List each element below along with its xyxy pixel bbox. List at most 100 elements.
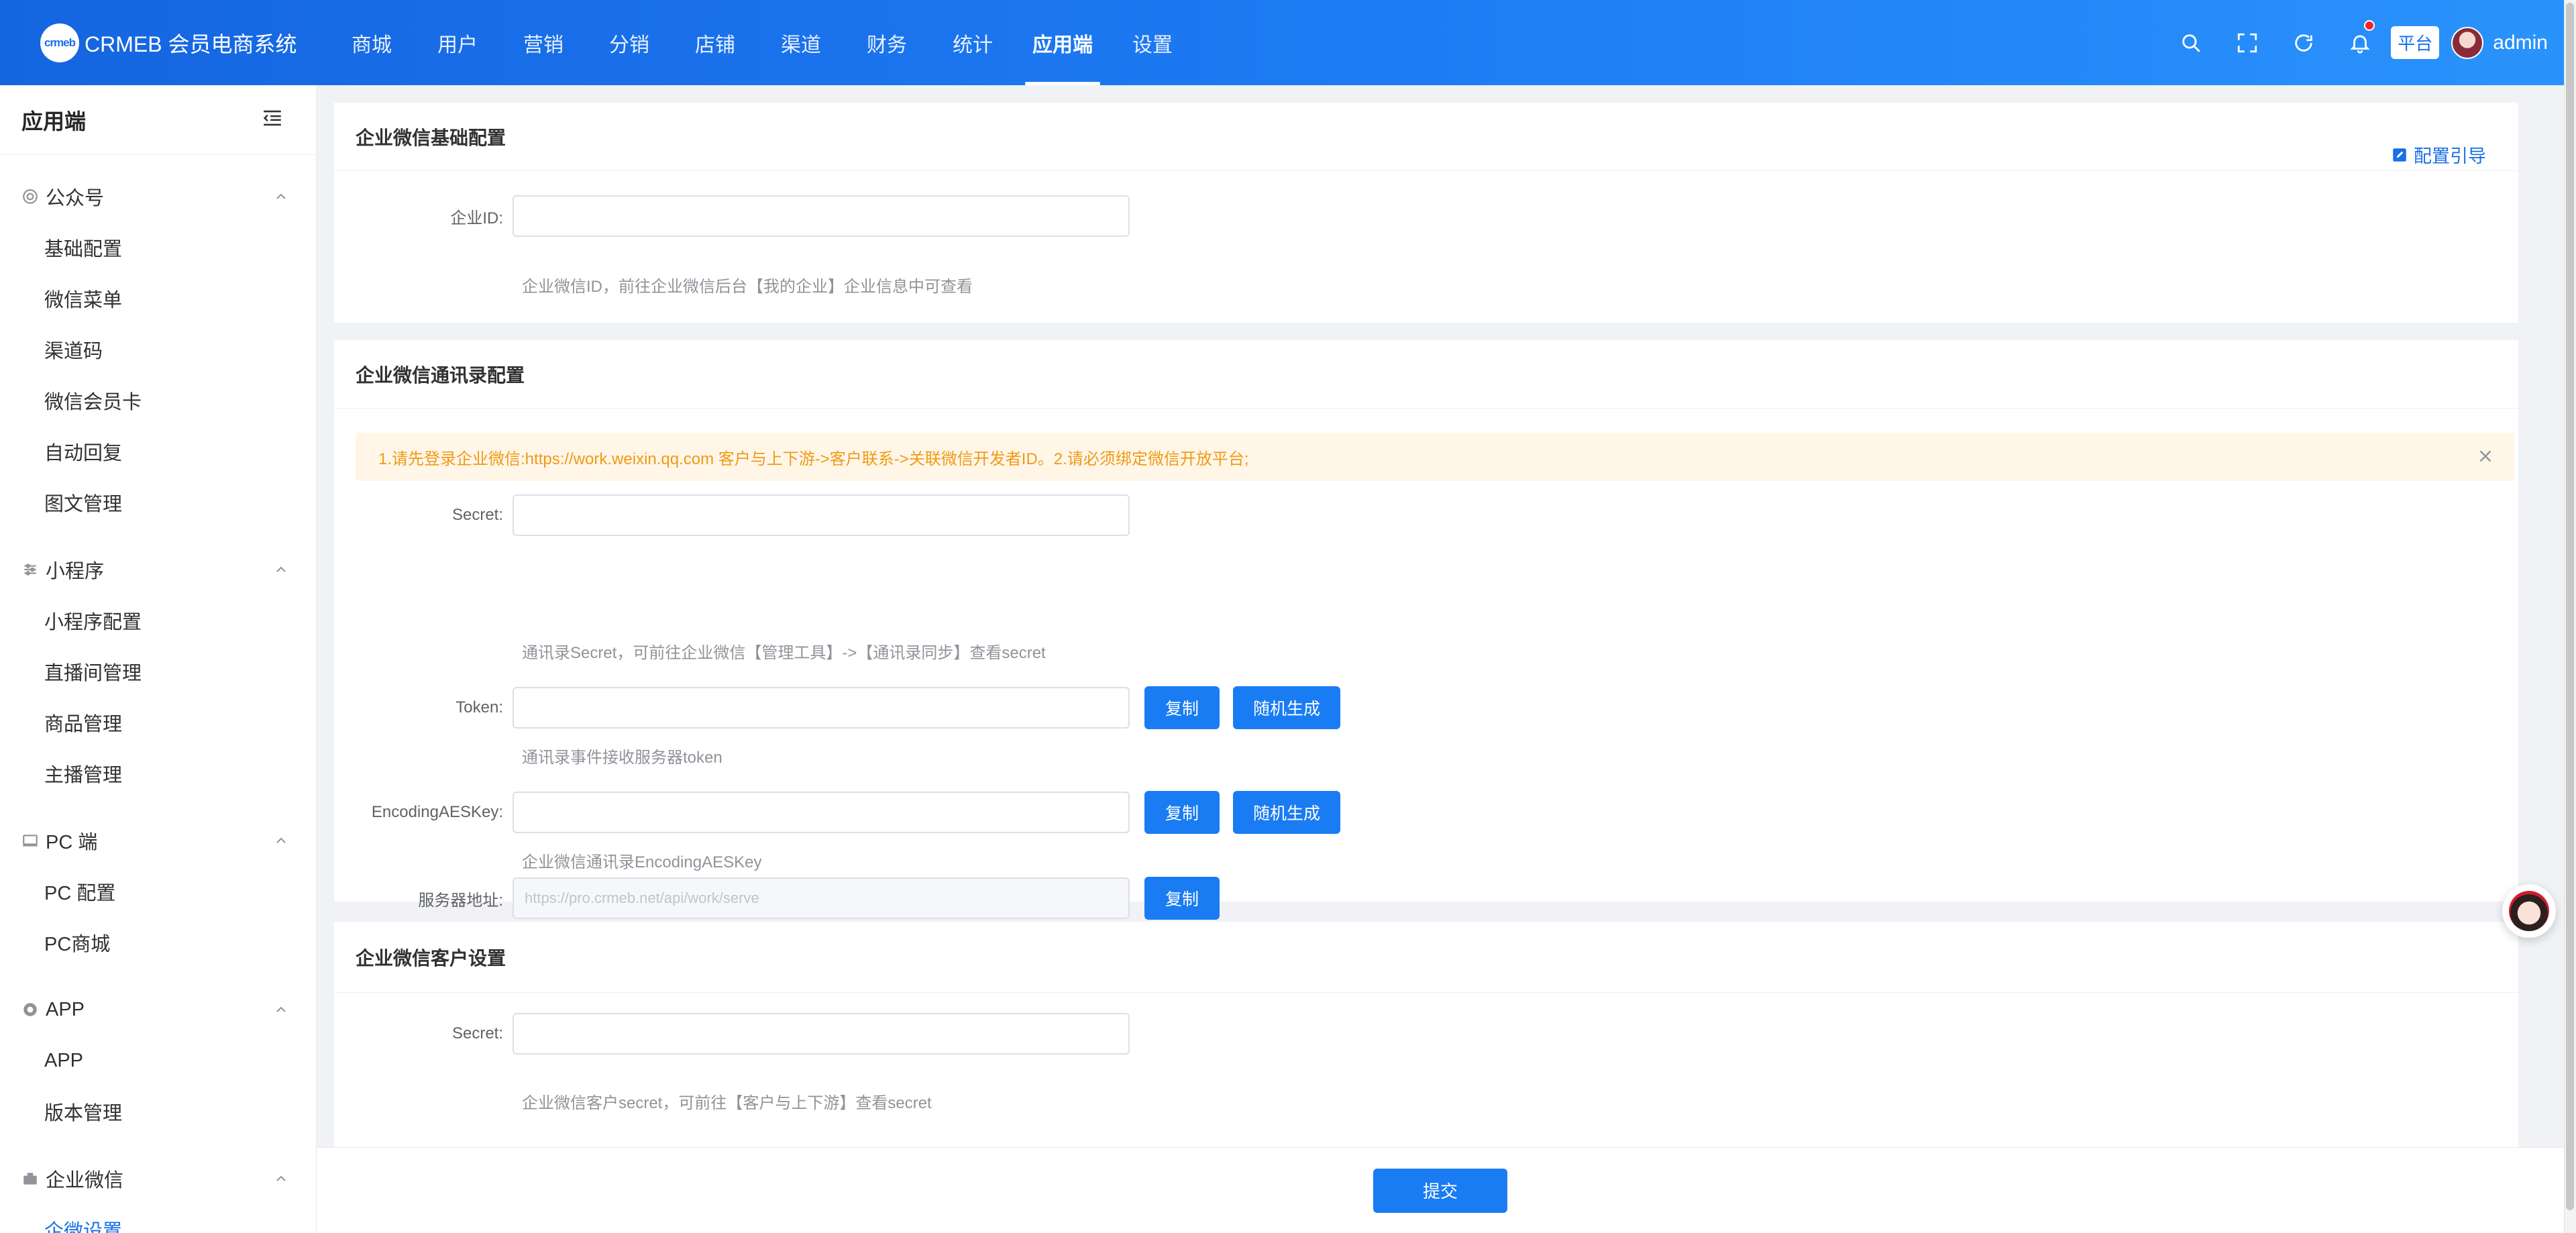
corp-id-label: 企业ID: <box>450 209 503 227</box>
customer-service-button[interactable] <box>2502 884 2556 938</box>
corp-id-input[interactable] <box>513 195 1130 237</box>
sidebar-item-app[interactable]: APP <box>44 1035 189 1086</box>
token-input[interactable] <box>513 687 1130 729</box>
sidebar-group-items: 基础配置 微信菜单 渠道码 微信会员卡 自动回复 图文管理 <box>0 222 316 528</box>
nav-distribution[interactable]: 分销 <box>586 0 672 85</box>
server-address-row: 服务器地址: 复制 <box>334 877 1220 920</box>
sidebar-group-pc[interactable]: PC 端 <box>0 815 316 866</box>
sidebar-item-version-manage[interactable]: 版本管理 <box>44 1086 189 1137</box>
customer-secret-row: Secret: <box>334 1013 1130 1055</box>
footer-bar: 提交 <box>317 1147 2564 1233</box>
aes-key-input[interactable] <box>513 792 1130 833</box>
token-copy-button[interactable]: 复制 <box>1144 686 1220 729</box>
scrollbar-thumb[interactable] <box>2566 3 2574 1210</box>
sidebar-item-basic-config[interactable]: 基础配置 <box>44 222 189 273</box>
customer-secret-input[interactable] <box>513 1013 1130 1055</box>
sidebar-group-label: APP <box>46 998 85 1020</box>
basic-config-card: 企业微信基础配置 配置引导 企业ID: 企业微信ID，前往企业微信后台【我的企业… <box>334 103 2518 323</box>
refresh-icon[interactable] <box>2275 0 2332 85</box>
sidebar-item-enterprise-settings[interactable]: 企微设置 <box>44 1204 189 1233</box>
scrollbar[interactable] <box>2564 0 2576 1233</box>
server-address-input <box>513 877 1130 919</box>
aes-generate-button[interactable]: 随机生成 <box>1233 791 1340 834</box>
server-copy-button[interactable]: 复制 <box>1144 877 1220 920</box>
contacts-config-title: 企业微信通讯录配置 <box>334 340 2518 409</box>
sidebar: 应用端 公众号 基础配置 微信菜单 渠道码 微信会员卡 自动回复 图文管理 小程… <box>0 85 317 1233</box>
sidebar-item-mini-config[interactable]: 小程序配置 <box>44 595 189 646</box>
sidebar-item-goods-manage[interactable]: 商品管理 <box>44 697 189 748</box>
sidebar-item-wechat-menu[interactable]: 微信菜单 <box>44 273 189 324</box>
menu-collapse-icon[interactable] <box>261 107 284 133</box>
nav-marketing[interactable]: 营销 <box>500 0 586 85</box>
sidebar-group-items: PC 配置 PC商城 <box>0 866 316 968</box>
nav-channel[interactable]: 渠道 <box>758 0 844 85</box>
token-generate-button[interactable]: 随机生成 <box>1233 686 1340 729</box>
server-address-label: 服务器地址: <box>418 891 503 910</box>
contacts-config-card: 企业微信通讯录配置 1.请先登录企业微信:https://work.weixin… <box>334 340 2518 902</box>
edit-icon <box>2393 148 2406 162</box>
chevron-up-icon <box>276 837 286 843</box>
chevron-up-icon <box>276 1006 286 1012</box>
platform-tag[interactable]: 平台 <box>2391 26 2440 59</box>
sidebar-item-pc-mall[interactable]: PC商城 <box>44 917 189 968</box>
top-header: crmeb CRMEB 会员电商系统 商城 用户 营销 分销 店铺 渠道 财务 … <box>0 0 2576 85</box>
customer-secret-label: Secret: <box>451 1024 503 1042</box>
logo[interactable]: crmeb CRMEB 会员电商系统 <box>40 23 329 62</box>
aes-copy-button[interactable]: 复制 <box>1144 791 1220 834</box>
secret-label: Secret: <box>451 506 503 524</box>
alert-text: 1.请先登录企业微信:https://work.weixin.qq.com 客户… <box>378 449 1249 468</box>
fullscreen-icon[interactable] <box>2219 0 2275 85</box>
chevron-up-icon <box>276 1175 286 1181</box>
sidebar-group-app[interactable]: APP <box>0 984 316 1035</box>
config-guide-link[interactable]: 配置引导 <box>2391 142 2486 168</box>
sidebar-item-auto-reply[interactable]: 自动回复 <box>44 426 189 477</box>
chevron-up-icon <box>276 566 286 572</box>
notification-dot <box>2364 20 2375 31</box>
sidebar-title: 应用端 <box>21 109 87 133</box>
config-guide-label: 配置引导 <box>2414 146 2486 166</box>
chevron-up-icon <box>276 193 286 199</box>
sidebar-header: 应用端 <box>0 85 316 155</box>
wechat-icon <box>23 189 38 204</box>
avatar[interactable] <box>2451 26 2484 59</box>
submit-button[interactable]: 提交 <box>1373 1168 1507 1213</box>
close-icon[interactable] <box>2475 446 2496 466</box>
header-tools: 平台 admin <box>2163 0 2548 85</box>
nav-store[interactable]: 店铺 <box>672 0 758 85</box>
nav-settings[interactable]: 设置 <box>1110 0 1195 85</box>
nav-mall[interactable]: 商城 <box>329 0 415 85</box>
sidebar-group-enterprise[interactable]: 企业微信 <box>0 1153 316 1204</box>
sidebar-group-mini-program[interactable]: 小程序 <box>0 544 316 595</box>
username[interactable]: admin <box>2493 32 2548 54</box>
sidebar-group-label: 小程序 <box>46 561 105 582</box>
enterprise-icon <box>23 1173 37 1185</box>
logo-title: CRMEB 会员电商系统 <box>85 32 297 56</box>
aes-key-hint: 企业微信通讯录EncodingAESKey <box>522 853 762 871</box>
sidebar-item-member-card[interactable]: 微信会员卡 <box>44 375 189 426</box>
basic-config-title: 企业微信基础配置 配置引导 <box>334 103 2518 171</box>
token-label: Token: <box>455 698 503 716</box>
customer-secret-hint: 企业微信客户secret，可前往【客户与上下游】查看secret <box>522 1094 932 1112</box>
sidebar-group-wechat[interactable]: 公众号 <box>0 171 316 222</box>
secret-input[interactable] <box>513 494 1130 536</box>
main-content: 企业微信基础配置 配置引导 企业ID: 企业微信ID，前往企业微信后台【我的企业… <box>317 85 2564 1233</box>
search-icon[interactable] <box>2163 0 2219 85</box>
nav-statistics[interactable]: 统计 <box>930 0 1016 85</box>
sidebar-group-label: PC 端 <box>46 832 98 853</box>
sidebar-item-anchor-manage[interactable]: 主播管理 <box>44 748 189 799</box>
token-hint: 通讯录事件接收服务器token <box>522 749 722 767</box>
bell-icon[interactable] <box>2332 0 2388 85</box>
nav-application[interactable]: 应用端 <box>1016 0 1110 85</box>
sidebar-group-items: APP 版本管理 <box>0 1035 316 1137</box>
nav-finance[interactable]: 财务 <box>844 0 930 85</box>
sidebar-item-pc-config[interactable]: PC 配置 <box>44 866 189 917</box>
corp-id-row: 企业ID: <box>334 195 1130 237</box>
sidebar-item-channel-code[interactable]: 渠道码 <box>44 324 189 375</box>
contacts-alert: 1.请先登录企业微信:https://work.weixin.qq.com 客户… <box>356 433 2514 481</box>
logo-mark: crmeb <box>40 23 79 62</box>
nav-user[interactable]: 用户 <box>415 0 500 85</box>
sidebar-item-live-room[interactable]: 直播间管理 <box>44 646 189 697</box>
customer-service-avatar <box>2509 891 2549 931</box>
sidebar-item-article-manage[interactable]: 图文管理 <box>44 477 189 528</box>
token-row: Token: 复制 随机生成 <box>334 686 1340 729</box>
